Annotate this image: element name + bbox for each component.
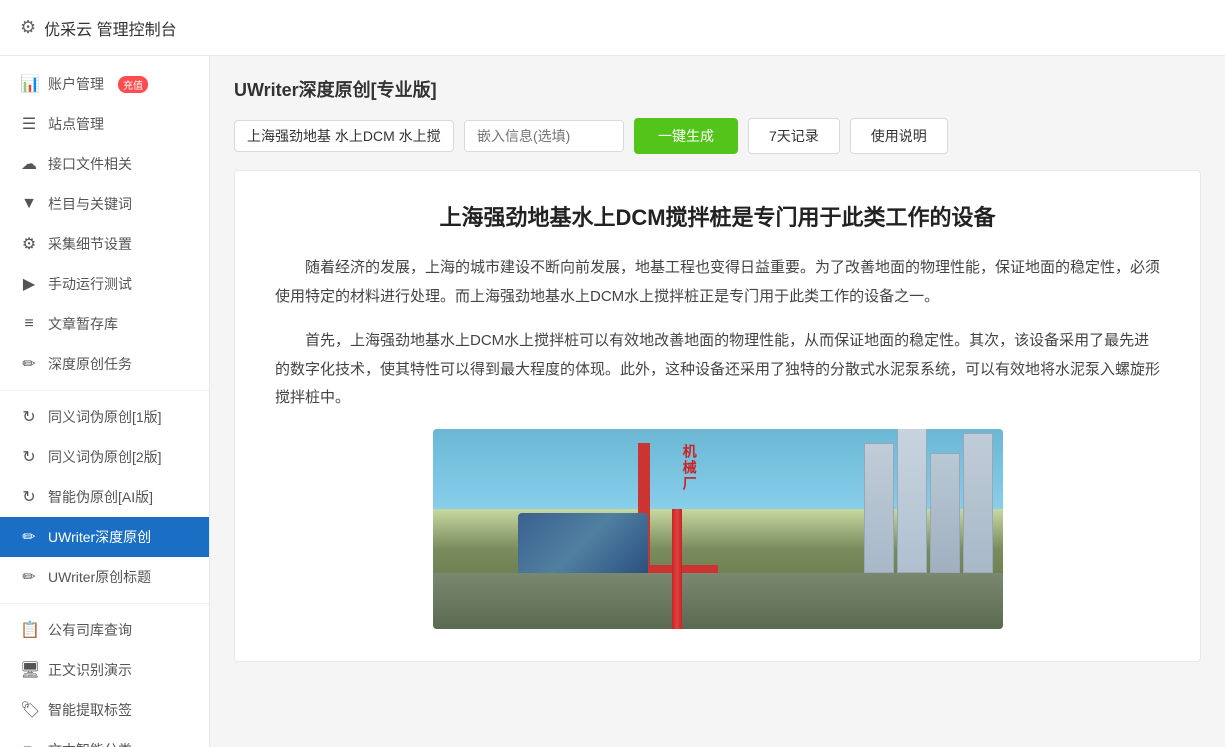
app-title: 优采云 管理控制台	[44, 16, 176, 40]
list-icon: ☰	[20, 114, 38, 134]
sidebar-item-label: 正文识别演示	[48, 660, 132, 680]
sidebar-item-label: 栏目与关键词	[48, 194, 132, 214]
sidebar-item-label: UWriter原创标题	[48, 567, 151, 587]
sidebar-item-uwriter-title[interactable]: ✏ UWriter原创标题	[0, 557, 209, 597]
article-image: 机械厂	[433, 429, 1003, 629]
sidebar-item-draft[interactable]: ≡ 文章暂存库	[0, 304, 209, 344]
gear-icon: ⚙	[20, 17, 36, 38]
sidebar-item-label: 同义词伪原创[2版]	[48, 447, 162, 467]
drill-post	[672, 509, 682, 629]
image-placeholder: 机械厂	[433, 429, 1003, 629]
storage-icon: ≡	[20, 315, 38, 333]
divider-1	[0, 390, 209, 391]
buildings	[864, 429, 993, 573]
recharge-badge: 充值	[118, 76, 148, 93]
toolbar: 一键生成 7天记录 使用说明	[234, 118, 1201, 154]
sidebar-item-label: 采集细节设置	[48, 234, 132, 254]
sidebar: 📊 账户管理 充值 ☰ 站点管理 ☁ 接口文件相关 ▼ 栏目与关键词 ⚙ 采集细…	[0, 56, 210, 747]
help-button[interactable]: 使用说明	[850, 118, 948, 154]
page-title: UWriter深度原创[专业版]	[234, 76, 1201, 102]
header: ⚙ 优采云 管理控制台	[0, 0, 1225, 56]
classify-icon: ✏	[20, 740, 38, 747]
sidebar-section-3: 📋 公有司库查询 🖥 正文识别演示 🏷 智能提取标签 ✏ 文本智能分类	[0, 610, 209, 747]
sidebar-item-smarttag[interactable]: 🏷 智能提取标签	[0, 690, 209, 730]
sidebar-item-collect[interactable]: ⚙ 采集细节设置	[0, 224, 209, 264]
ai-icon: ↻	[20, 487, 38, 507]
tag-icon: 🏷	[20, 700, 38, 720]
sidebar-item-label: 深度原创任务	[48, 354, 132, 374]
sidebar-item-deep[interactable]: ✏ 深度原创任务	[0, 344, 209, 384]
dictionary-icon: 📋	[20, 620, 38, 640]
uwriter-title-icon: ✏	[20, 567, 38, 587]
sidebar-item-label: 同义词伪原创[1版]	[48, 407, 162, 427]
embed-input[interactable]	[464, 120, 624, 152]
play-icon: ▶	[20, 274, 38, 294]
sidebar-section-2: ↻ 同义词伪原创[1版] ↻ 同义词伪原创[2版] ↻ 智能伪原创[AI版] ✏…	[0, 397, 209, 597]
sidebar-item-interface[interactable]: ☁ 接口文件相关	[0, 144, 209, 184]
filter-icon: ▼	[20, 195, 38, 213]
cloud-icon: ☁	[20, 154, 38, 174]
equipment-label: 机械厂	[678, 444, 698, 492]
edit-icon: ✏	[20, 354, 38, 374]
sidebar-item-label: 接口文件相关	[48, 154, 132, 174]
divider-2	[0, 603, 209, 604]
sidebar-item-label: 文章暂存库	[48, 314, 118, 334]
sidebar-item-synonym1[interactable]: ↻ 同义词伪原创[1版]	[0, 397, 209, 437]
article-para-2: 首先，上海强劲地基水上DCM水上搅拌桩可以有效地改善地面的物理性能，从而保证地面…	[275, 327, 1160, 413]
sidebar-item-label: 智能伪原创[AI版]	[48, 487, 153, 507]
sidebar-item-site[interactable]: ☰ 站点管理	[0, 104, 209, 144]
keyword-input[interactable]	[234, 120, 454, 152]
sidebar-item-recognition[interactable]: 🖥 正文识别演示	[0, 650, 209, 690]
refresh-icon: ↻	[20, 407, 38, 427]
sidebar-item-manual[interactable]: ▶ 手动运行测试	[0, 264, 209, 304]
generate-button[interactable]: 一键生成	[634, 118, 738, 154]
refresh2-icon: ↻	[20, 447, 38, 467]
sidebar-item-label: 文本智能分类	[48, 740, 132, 747]
building-1	[864, 443, 894, 573]
building-4	[963, 433, 993, 573]
article-title: 上海强劲地基水上DCM搅拌桩是专门用于此类工作的设备	[275, 201, 1160, 234]
sidebar-item-classify[interactable]: ✏ 文本智能分类	[0, 730, 209, 747]
content-scroll-area[interactable]: 上海强劲地基水上DCM搅拌桩是专门用于此类工作的设备 随着经济的发展，上海的城市…	[235, 171, 1200, 661]
sidebar-item-label: 站点管理	[48, 114, 104, 134]
main-content: UWriter深度原创[专业版] 一键生成 7天记录 使用说明 上海强劲地基水上…	[210, 56, 1225, 747]
sidebar-item-uwriter[interactable]: ✏ UWriter深度原创	[0, 517, 209, 557]
sidebar-item-account[interactable]: 📊 账户管理 充值	[0, 64, 209, 104]
uwriter-icon: ✏	[20, 527, 38, 547]
building-3	[930, 453, 960, 573]
monitor-icon: 🖥	[20, 660, 38, 680]
article-content-box: 上海强劲地基水上DCM搅拌桩是专门用于此类工作的设备 随着经济的发展，上海的城市…	[234, 170, 1201, 662]
layout: 📊 账户管理 充值 ☰ 站点管理 ☁ 接口文件相关 ▼ 栏目与关键词 ⚙ 采集细…	[0, 56, 1225, 747]
article-para-1: 随着经济的发展，上海的城市建设不断向前发展，地基工程也变得日益重要。为了改善地面…	[275, 254, 1160, 311]
chart-icon: 📊	[20, 74, 38, 94]
sidebar-item-synonym2[interactable]: ↻ 同义词伪原创[2版]	[0, 437, 209, 477]
sidebar-item-label: 公有司库查询	[48, 620, 132, 640]
sidebar-item-ai[interactable]: ↻ 智能伪原创[AI版]	[0, 477, 209, 517]
machinery-body	[518, 513, 648, 573]
sidebar-item-label: 手动运行测试	[48, 274, 132, 294]
sidebar-item-column[interactable]: ▼ 栏目与关键词	[0, 184, 209, 224]
sidebar-item-label: UWriter深度原创	[48, 527, 151, 547]
sidebar-section-1: 📊 账户管理 充值 ☰ 站点管理 ☁ 接口文件相关 ▼ 栏目与关键词 ⚙ 采集细…	[0, 64, 209, 384]
building-2	[897, 429, 927, 573]
settings-icon: ⚙	[20, 234, 38, 254]
history-button[interactable]: 7天记录	[748, 118, 840, 154]
sidebar-item-dictionary[interactable]: 📋 公有司库查询	[0, 610, 209, 650]
ground	[433, 573, 1003, 629]
sidebar-item-label: 账户管理	[48, 74, 104, 94]
logo: ⚙ 优采云 管理控制台	[20, 16, 177, 40]
sidebar-item-label: 智能提取标签	[48, 700, 132, 720]
